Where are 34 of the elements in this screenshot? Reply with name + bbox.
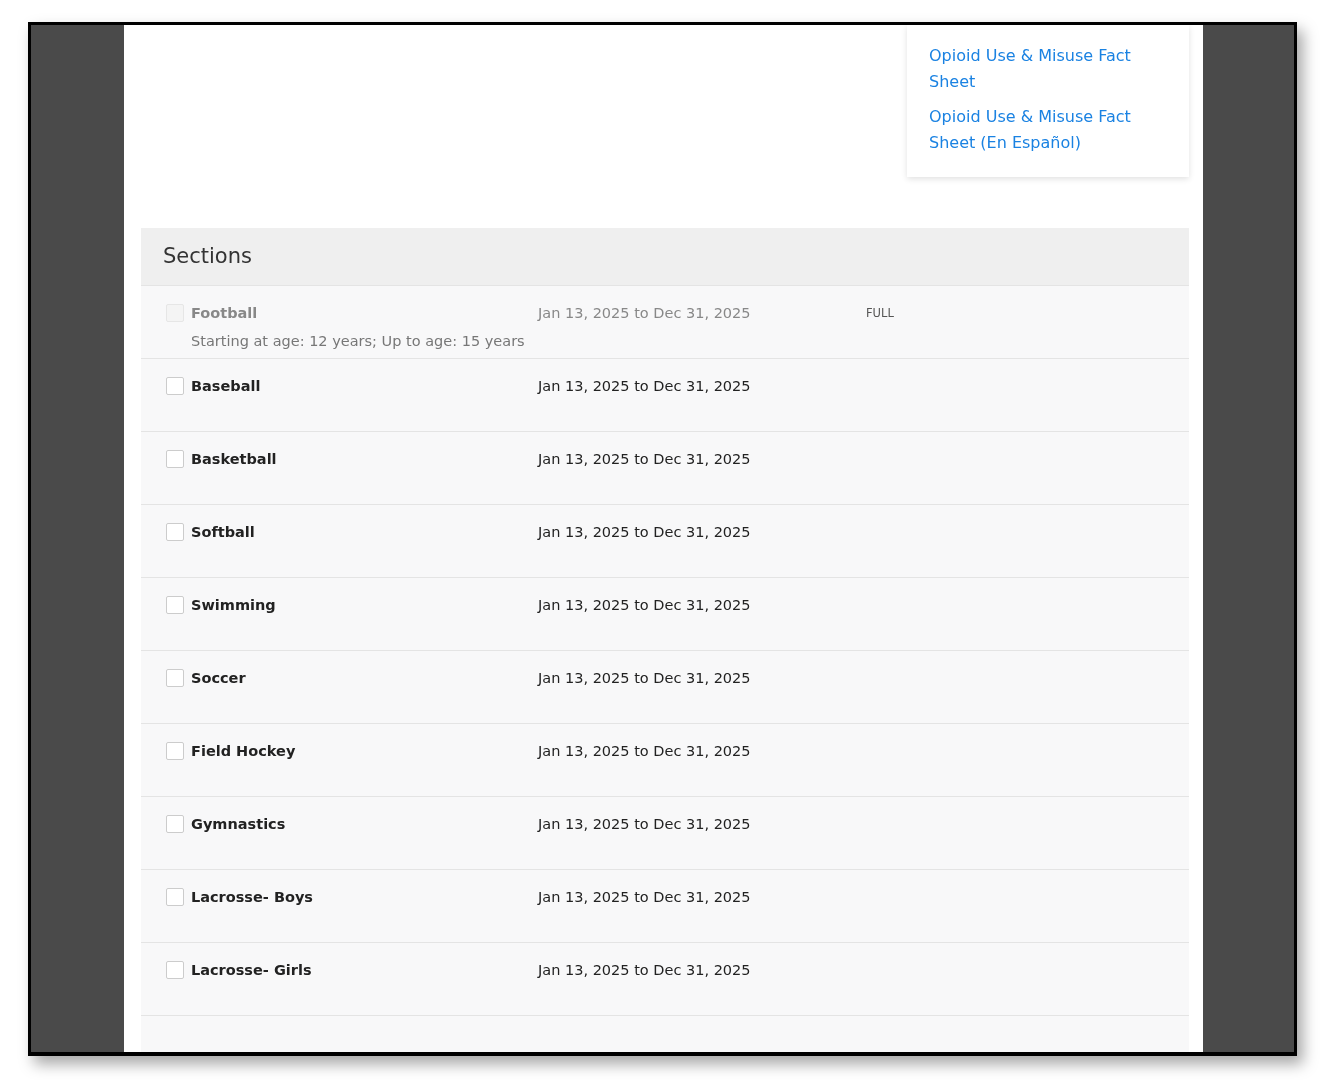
section-name: Soccer — [191, 670, 246, 686]
date-range: Jan 13, 2025 to Dec 31, 2025 — [538, 377, 752, 396]
section-name: Field Hockey — [191, 743, 296, 759]
section-name: Football — [191, 305, 258, 321]
section-name: Lacrosse- Girls — [191, 962, 312, 978]
date-range: Jan 13, 2025 to Dec 31, 2025 — [538, 596, 752, 615]
checkbox[interactable] — [166, 596, 184, 614]
checkbox[interactable] — [166, 669, 184, 687]
fact-sheet-link[interactable]: Opioid Use & Misuse Fact Sheet — [929, 43, 1169, 95]
section-name: Gymnastics — [191, 816, 286, 832]
checkbox[interactable] — [166, 523, 184, 541]
checkbox[interactable] — [166, 961, 184, 979]
age-range-text: Starting at age: 12 years; Up to age: 15 years — [191, 331, 526, 351]
checkbox[interactable] — [166, 377, 184, 395]
date-range: Jan 13, 2025 to Dec 31, 2025 — [538, 742, 752, 761]
fact-sheet-link[interactable]: Opioid Use & Misuse Fact Sheet (En Español) — [929, 104, 1169, 156]
date-range: Jan 13, 2025 to Dec 31, 2025 — [538, 523, 752, 542]
section-name: Baseball — [191, 378, 261, 394]
date-range: Jan 13, 2025 to Dec 31, 2025 — [538, 961, 752, 980]
section-name: Softball — [191, 524, 255, 540]
status-label: FULL — [866, 305, 894, 322]
checkbox[interactable] — [166, 450, 184, 468]
checkbox[interactable] — [166, 815, 184, 833]
date-range: Jan 13, 2025 to Dec 31, 2025 — [538, 304, 752, 323]
checkbox[interactable] — [166, 888, 184, 906]
section-name: Swimming — [191, 597, 276, 613]
date-range: Jan 13, 2025 to Dec 31, 2025 — [538, 450, 752, 469]
section-name: Lacrosse- Boys — [191, 889, 313, 905]
sections-header: Sections — [141, 228, 1189, 285]
checkbox[interactable] — [166, 742, 184, 760]
date-range: Jan 13, 2025 to Dec 31, 2025 — [538, 669, 752, 688]
section-name: Basketball — [191, 451, 277, 467]
date-range: Jan 13, 2025 to Dec 31, 2025 — [538, 815, 752, 834]
date-range: Jan 13, 2025 to Dec 31, 2025 — [538, 888, 752, 907]
